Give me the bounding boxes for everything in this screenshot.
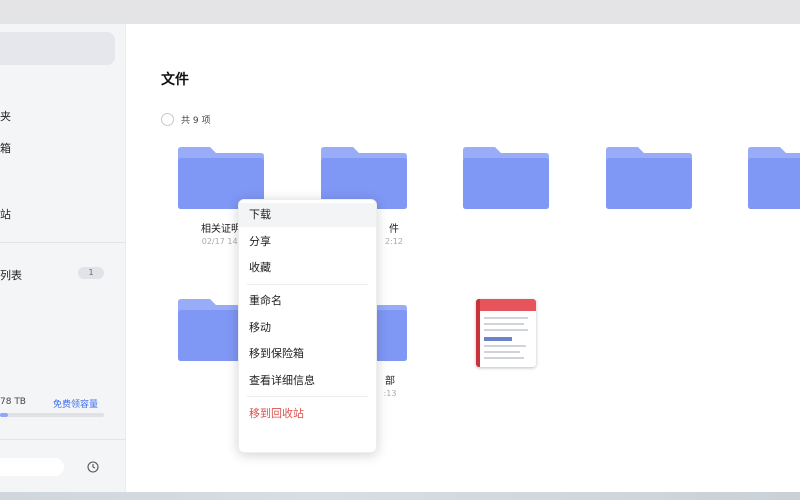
folder-icon xyxy=(748,147,800,209)
menu-item-move-to-vault[interactable]: 移到保险箱 xyxy=(239,342,376,366)
storage-progress-bar xyxy=(0,413,104,417)
doc-text-line xyxy=(484,317,528,319)
menu-item-favorite[interactable]: 收藏 xyxy=(239,256,376,280)
menu-item-move-to-trash[interactable]: 移到回收站 xyxy=(239,402,376,426)
doc-text-line xyxy=(484,329,528,331)
menu-item-download[interactable]: 下载 xyxy=(239,203,376,227)
document-thumbnail[interactable] xyxy=(476,299,536,367)
sidebar-divider xyxy=(0,439,126,440)
menu-item-details[interactable]: 查看详细信息 xyxy=(239,369,376,393)
taskbar-strip xyxy=(0,492,800,500)
sidebar-item-vault[interactable]: 箱 xyxy=(0,140,11,156)
menu-item-rename[interactable]: 重命名 xyxy=(239,289,376,313)
folder-icon xyxy=(606,147,692,209)
sidebar-active-item[interactable] xyxy=(0,32,115,65)
title-bar xyxy=(0,0,800,24)
free-storage-link[interactable]: 免费领容量 xyxy=(53,397,98,410)
item-count: 共 9 项 xyxy=(181,116,211,126)
doc-highlight-bar xyxy=(484,337,512,341)
sidebar-search-input[interactable] xyxy=(0,458,64,476)
menu-divider xyxy=(247,396,368,397)
folder-icon xyxy=(463,147,549,209)
sidebar-item-folders[interactable]: 夹 xyxy=(0,108,11,124)
doc-text-line xyxy=(484,357,524,359)
sidebar-item-transfer-list[interactable]: 列表 xyxy=(0,267,22,283)
doc-text-line xyxy=(484,345,526,347)
folder-item[interactable] xyxy=(738,146,800,246)
sidebar: 夹 箱 站 列表 1 78 TB 免费领容量 xyxy=(0,24,126,492)
sidebar-divider xyxy=(0,242,126,243)
context-menu: 下载 分享 收藏 重命名 移动 移到保险箱 查看详细信息 移到回收站 xyxy=(238,199,377,453)
app-window: 夹 箱 站 列表 1 78 TB 免费领容量 文件 共 9 项 相关证明 02/… xyxy=(0,24,800,492)
page-title: 文件 xyxy=(161,72,189,88)
select-all-checkbox[interactable] xyxy=(161,113,174,126)
doc-edge-bar xyxy=(476,299,480,367)
doc-header-bar xyxy=(476,299,536,311)
history-icon[interactable] xyxy=(87,461,99,473)
menu-item-share[interactable]: 分享 xyxy=(239,230,376,254)
sidebar-item-recycle-bin[interactable]: 站 xyxy=(0,206,11,222)
doc-text-line xyxy=(484,351,520,353)
menu-item-move[interactable]: 移动 xyxy=(239,316,376,340)
storage-used-text: 78 TB xyxy=(0,397,26,407)
menu-divider xyxy=(247,284,368,285)
transfer-count-badge: 1 xyxy=(78,267,104,279)
storage-progress-fill xyxy=(0,413,9,417)
doc-text-line xyxy=(484,323,524,325)
